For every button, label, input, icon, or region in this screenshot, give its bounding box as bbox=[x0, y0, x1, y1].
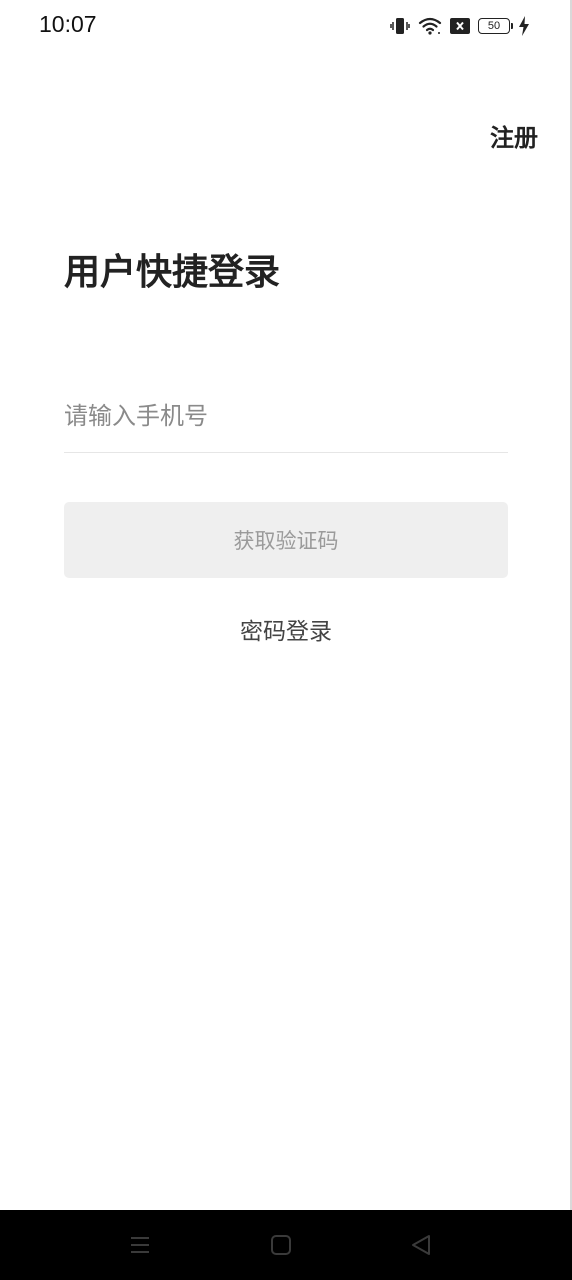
battery-level: 50 bbox=[487, 20, 501, 32]
no-sim-icon bbox=[450, 17, 470, 35]
status-icons: 50 bbox=[390, 14, 530, 38]
navigation-bar bbox=[0, 1210, 572, 1280]
get-verification-code-button[interactable]: 获取验证码 bbox=[64, 502, 508, 578]
status-bar: 10:07 50 bbox=[0, 0, 572, 52]
phone-input[interactable] bbox=[64, 380, 508, 453]
back-icon[interactable] bbox=[408, 1232, 434, 1258]
battery-icon: 50 bbox=[478, 18, 513, 34]
charging-icon bbox=[518, 16, 530, 36]
password-login-link[interactable]: 密码登录 bbox=[240, 619, 332, 645]
password-login-row: 密码登录 bbox=[0, 612, 572, 646]
register-link[interactable]: 注册 bbox=[490, 118, 538, 153]
page-title: 用户快捷登录 bbox=[64, 252, 281, 293]
home-icon[interactable] bbox=[268, 1232, 294, 1258]
menu-icon[interactable] bbox=[127, 1232, 153, 1258]
wifi-icon bbox=[418, 16, 442, 36]
vibrate-icon bbox=[390, 16, 410, 36]
status-time: 10:07 bbox=[39, 11, 97, 37]
